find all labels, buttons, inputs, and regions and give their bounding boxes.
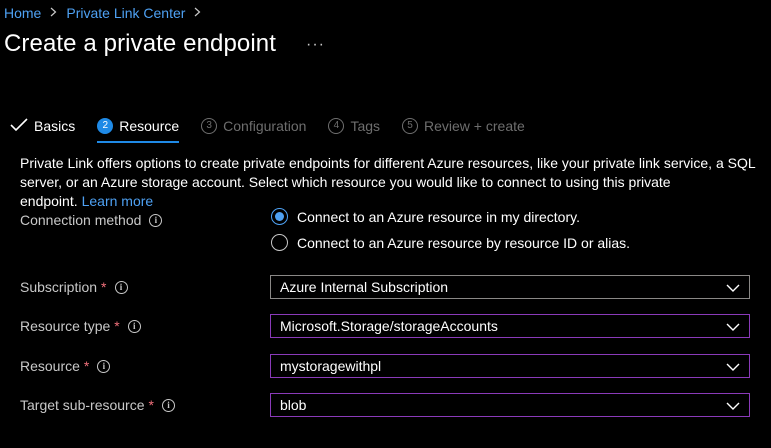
radio-unselected-icon[interactable]: [271, 234, 288, 251]
checkmark-icon: [10, 117, 28, 135]
required-indicator: *: [114, 318, 120, 334]
chevron-down-icon: [726, 320, 740, 336]
subscription-label-row: Subscription * i: [20, 279, 128, 295]
chevron-down-icon: [726, 281, 740, 297]
subscription-dropdown[interactable]: Azure Internal Subscription: [270, 275, 750, 299]
tab-configuration[interactable]: 3 Configuration: [201, 114, 306, 138]
tab-resource[interactable]: 2 Resource: [97, 114, 180, 143]
info-icon[interactable]: i: [114, 280, 128, 294]
subscription-value: Azure Internal Subscription: [280, 279, 449, 295]
radio-label: Connect to an Azure resource by resource…: [297, 234, 631, 251]
required-indicator: *: [83, 358, 90, 374]
info-icon[interactable]: i: [127, 319, 141, 333]
step-number-icon: 2: [97, 118, 114, 134]
resource-type-label: Resource type: [20, 318, 111, 334]
breadcrumb: Home Private Link Center: [4, 5, 210, 21]
info-icon[interactable]: i: [149, 213, 163, 227]
description: Private Link offers options to create pr…: [20, 154, 765, 211]
target-sub-resource-dropdown[interactable]: blob: [270, 393, 750, 417]
resource-type-label-row: Resource type * i: [20, 318, 141, 334]
resource-label: Resource: [20, 358, 80, 374]
resource-label-row: Resource * i: [20, 358, 111, 374]
page-title: Create a private endpoint: [4, 30, 277, 57]
tab-label: Configuration: [223, 118, 307, 134]
resource-value: mystoragewithpl: [280, 358, 382, 374]
tab-label: Tags: [350, 118, 381, 134]
info-icon[interactable]: i: [161, 398, 175, 412]
learn-more-link[interactable]: Learn more: [82, 193, 154, 209]
target-sub-resource-label: Target sub-resource: [20, 397, 145, 413]
resource-type-value: Microsoft.Storage/storageAccounts: [280, 318, 498, 334]
tab-tags[interactable]: 4 Tags: [328, 114, 380, 138]
step-number-icon: 5: [402, 118, 419, 134]
radio-selected-icon[interactable]: [271, 208, 288, 225]
tab-label: Resource: [119, 118, 180, 134]
resource-dropdown[interactable]: mystoragewithpl: [270, 354, 750, 378]
tab-label: Basics: [34, 118, 76, 134]
tab-basics[interactable]: Basics: [10, 114, 75, 138]
breadcrumb-home-link[interactable]: Home: [4, 5, 41, 21]
target-sub-resource-value: blob: [280, 397, 307, 413]
chevron-right-icon: [50, 6, 57, 20]
connection-method-label-row: Connection method i: [20, 212, 163, 228]
resource-type-dropdown[interactable]: Microsoft.Storage/storageAccounts: [270, 314, 750, 338]
radio-connect-in-directory[interactable]: Connect to an Azure resource in my direc…: [271, 208, 580, 225]
breadcrumb-private-link-center-link[interactable]: Private Link Center: [66, 5, 185, 21]
radio-connect-by-resource-id[interactable]: Connect to an Azure resource by resource…: [271, 234, 630, 251]
chevron-down-icon: [726, 360, 740, 376]
required-indicator: *: [101, 279, 107, 295]
step-number-icon: 4: [328, 118, 345, 134]
step-number-icon: 3: [201, 118, 218, 134]
required-indicator: *: [148, 397, 154, 413]
tab-label: Review + create: [424, 118, 525, 134]
subscription-label: Subscription: [20, 279, 98, 295]
tab-review-create[interactable]: 5 Review + create: [402, 114, 525, 138]
more-options-button[interactable]: ···: [306, 36, 325, 54]
info-icon[interactable]: i: [97, 359, 111, 373]
chevron-right-icon: [194, 6, 201, 20]
wizard-tabs: Basics 2 Resource 3 Configuration 4 Tags…: [10, 114, 547, 143]
chevron-down-icon: [726, 399, 740, 415]
connection-method-label: Connection method: [20, 212, 142, 228]
radio-label: Connect to an Azure resource in my direc…: [297, 208, 580, 225]
target-sub-resource-label-row: Target sub-resource * i: [20, 397, 175, 413]
